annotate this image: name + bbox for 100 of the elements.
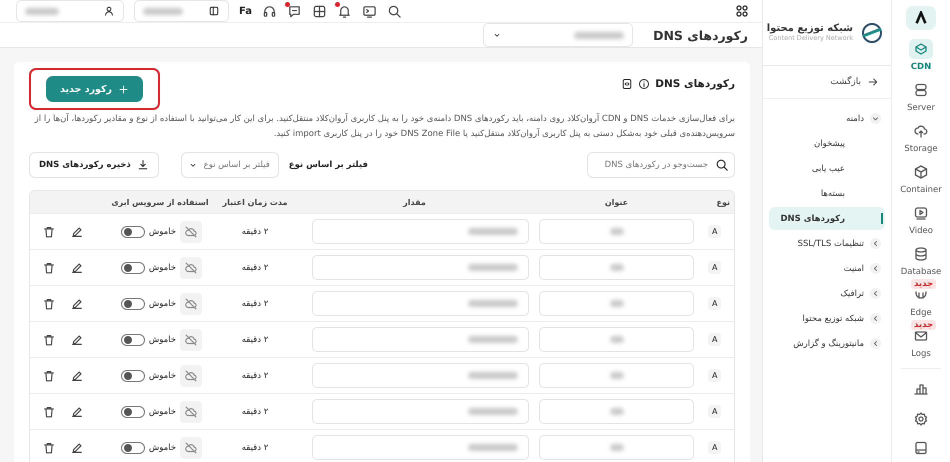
nav-item[interactable]: تنظیمات SSL/TLS bbox=[769, 232, 885, 255]
new-badge: جدید bbox=[911, 320, 936, 330]
trash-icon bbox=[42, 440, 56, 454]
toggle-switch[interactable] bbox=[120, 334, 145, 346]
blurred-value bbox=[610, 336, 624, 343]
chevron-left-icon bbox=[870, 238, 881, 249]
chevron-left-icon bbox=[870, 263, 881, 274]
title-field[interactable] bbox=[539, 327, 694, 352]
nav-item[interactable]: عیب یابی bbox=[769, 157, 885, 180]
cloud-off-icon[interactable] bbox=[180, 220, 202, 242]
description-text: برای فعال‌سازی خدمات DNS و CDN آروان‌کلاد روی دامنه، باید رکوردهای DNS دامنه‌ی خود را به پنل کاربری آروان‌کلاد منتقل‌کنید. برای این کار می‌توانید با استفاده از نوع و مقادیر رکوردها، آن‌ها را از سرویس‌دهنده‌ی قبلی خود به‌شکل دستی به پنل کاربری آروان‌کلاد منتقل‌کنید یا DNS Zone File خود را در پنل کاربری import کنید. bbox=[33, 112, 735, 141]
page-title: رکوردهای DNS bbox=[653, 28, 748, 42]
chat-icon[interactable] bbox=[287, 4, 302, 18]
cloud-off-icon[interactable] bbox=[180, 364, 202, 386]
type-tag: A bbox=[708, 333, 722, 346]
trash-icon bbox=[42, 404, 56, 418]
download-icon bbox=[136, 159, 149, 171]
title-field[interactable] bbox=[539, 363, 694, 388]
value-field[interactable] bbox=[312, 327, 529, 352]
rail-item[interactable]: Storage bbox=[893, 118, 949, 158]
cube-icon bbox=[913, 164, 929, 180]
card-title: رکوردهای DNS bbox=[655, 78, 735, 90]
value-field[interactable] bbox=[312, 363, 529, 388]
logo-icon[interactable] bbox=[906, 6, 936, 30]
bell-icon[interactable] bbox=[337, 4, 352, 18]
nav-item[interactable]: مانیتورینگ و گزارش bbox=[769, 332, 885, 355]
type-tag: A bbox=[708, 225, 722, 238]
chevron-down-icon bbox=[870, 113, 881, 124]
chevron-left-icon bbox=[870, 313, 881, 324]
blurred-value bbox=[143, 8, 183, 14]
monitor-icon[interactable] bbox=[362, 4, 377, 18]
pencil-icon bbox=[70, 368, 84, 382]
trash-icon bbox=[42, 296, 56, 310]
title-field[interactable] bbox=[539, 291, 694, 316]
rail-item[interactable]: Server bbox=[893, 77, 949, 116]
back-link[interactable]: بازگشت bbox=[763, 66, 891, 99]
cloud-off-icon[interactable] bbox=[180, 400, 202, 422]
headset-icon[interactable] bbox=[262, 4, 277, 18]
drive-icon bbox=[913, 440, 929, 456]
nav-item[interactable]: امنیت bbox=[769, 257, 885, 280]
blurred-value bbox=[610, 228, 624, 235]
nav-item[interactable]: دامنه bbox=[769, 107, 885, 130]
toggle-switch[interactable] bbox=[120, 298, 145, 310]
filter-input[interactable]: فیلتر بر اساس نوع bbox=[202, 159, 272, 171]
cloud-off-icon[interactable] bbox=[180, 328, 202, 350]
rail-item[interactable]: Container bbox=[893, 159, 949, 198]
user-field[interactable] bbox=[16, 0, 124, 22]
save-records-button[interactable]: ذخیره رکوردهای DNS bbox=[29, 152, 159, 178]
cloud-off-icon[interactable] bbox=[180, 436, 202, 458]
value-field[interactable] bbox=[312, 255, 529, 280]
toggle-switch[interactable] bbox=[120, 370, 145, 382]
account-field[interactable] bbox=[134, 0, 229, 22]
rail-item[interactable]: CDN bbox=[893, 36, 949, 76]
value-field[interactable] bbox=[312, 291, 529, 316]
nav-item[interactable]: بسته‌ها bbox=[769, 182, 885, 205]
value-field[interactable] bbox=[312, 399, 529, 424]
pencil-icon bbox=[70, 224, 84, 238]
search-field[interactable]: جست‌وجو در رکوردهای DNS bbox=[587, 152, 735, 178]
pencil-icon bbox=[70, 260, 84, 274]
title-field[interactable] bbox=[539, 435, 694, 460]
blurred-value bbox=[610, 300, 624, 307]
rail-item[interactable]: Database bbox=[893, 241, 949, 280]
cloud-off-icon[interactable] bbox=[180, 256, 202, 278]
search-input[interactable]: جست‌وجو در رکوردهای DNS bbox=[593, 159, 710, 171]
title-field[interactable] bbox=[539, 219, 694, 244]
blurred-value bbox=[574, 32, 624, 38]
cloud-upload-icon bbox=[913, 123, 929, 140]
value-field[interactable] bbox=[312, 435, 529, 460]
toggle-switch[interactable] bbox=[120, 226, 145, 238]
toggle-switch[interactable] bbox=[120, 406, 145, 418]
status-text: خاموش bbox=[148, 370, 176, 380]
type-tag: A bbox=[708, 261, 722, 274]
trash-icon bbox=[42, 368, 56, 382]
new-record-button[interactable]: رکورد جدید bbox=[46, 76, 143, 102]
value-field[interactable] bbox=[312, 219, 529, 244]
arrow-right-icon bbox=[867, 76, 879, 88]
type-filter-select[interactable]: فیلتر بر اساس نوع bbox=[180, 152, 279, 178]
toggle-switch[interactable] bbox=[120, 442, 145, 454]
nav-item[interactable]: شبکه توزیع محتوا bbox=[769, 307, 885, 330]
search-icon[interactable] bbox=[387, 4, 402, 18]
status-text: خاموش bbox=[148, 262, 176, 272]
pencil-icon bbox=[70, 404, 84, 418]
column-header: مقدار bbox=[402, 198, 427, 206]
title-field[interactable] bbox=[539, 255, 694, 280]
panel-icon bbox=[208, 5, 220, 17]
nav-item[interactable]: رکوردهای DNS bbox=[769, 207, 885, 230]
title-field[interactable] bbox=[539, 399, 694, 424]
nav-item[interactable]: پیشخوان bbox=[769, 132, 885, 155]
type-tag: A bbox=[708, 297, 722, 310]
language-button[interactable]: Fa bbox=[239, 6, 252, 16]
status-text: خاموش bbox=[148, 226, 176, 236]
blurred-value bbox=[468, 372, 518, 379]
toggle-switch[interactable] bbox=[120, 262, 145, 274]
type-tag: A bbox=[708, 369, 722, 382]
pencil-icon bbox=[70, 440, 84, 454]
grid-icon[interactable] bbox=[312, 4, 327, 18]
blurred-value bbox=[610, 264, 624, 271]
nav-item[interactable]: ترافیک bbox=[769, 282, 885, 305]
rail-item[interactable]: Video bbox=[893, 200, 949, 240]
cloud-off-icon[interactable] bbox=[180, 292, 202, 314]
